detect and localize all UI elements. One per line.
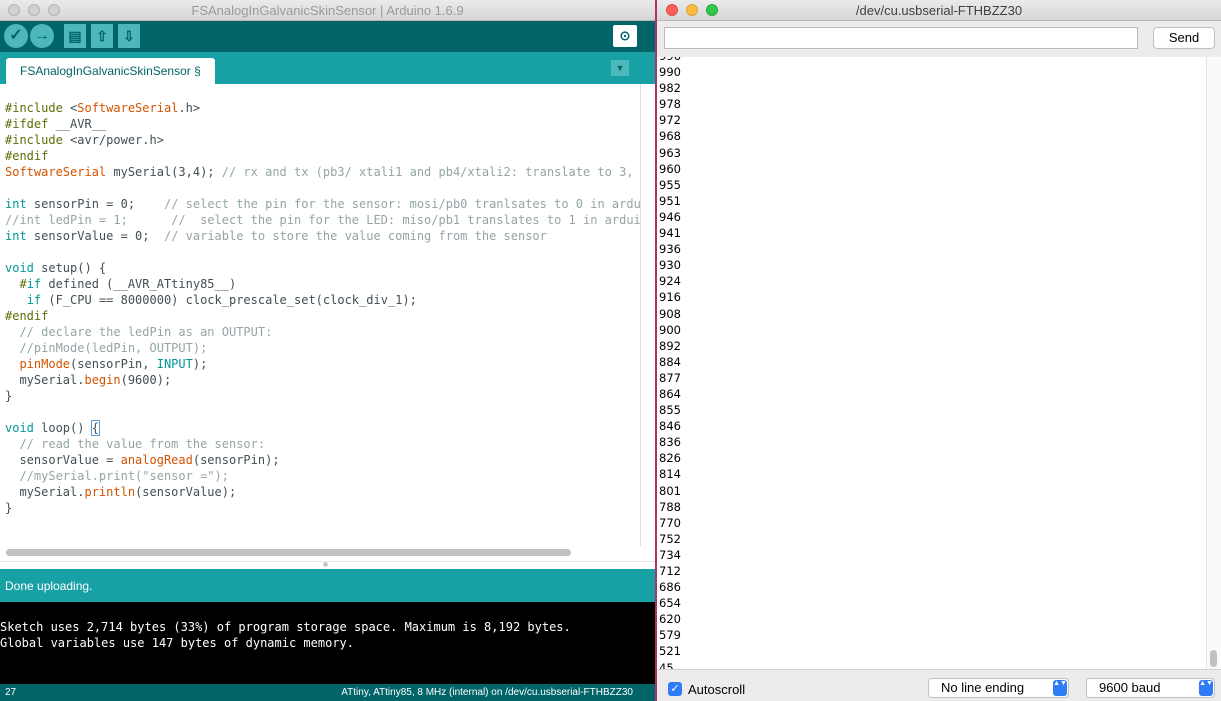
console-output: Sketch uses 2,714 bytes (33%) of program… [0,602,655,684]
autoscroll-label[interactable]: Autoscroll [688,682,745,697]
serial-monitor-window: /dev/cu.usbserial-FTHBZZ30 Send 996 990 … [657,0,1221,701]
ide-window-title: FSAnalogInGalvanicSkinSensor | Arduino 1… [191,3,464,18]
baud-rate-select[interactable]: 9600 baud ▲▼ [1086,678,1215,698]
arrow-down-icon: ⇩ [123,28,135,44]
serial-window-title: /dev/cu.usbserial-FTHBZZ30 [855,3,1023,18]
serial-vertical-scrollbar[interactable] [1206,57,1221,669]
verify-button[interactable]: ✓ [4,24,28,48]
autoscroll-checkbox[interactable]: ✓ [668,682,682,696]
code-text[interactable]: #include <SoftwareSerial.h> #ifdef __AVR… [5,100,640,516]
ide-toolbar: ✓ → ▤ ⇧ ⇩ ⊙ [0,21,655,52]
divider-handle-icon[interactable] [323,562,328,567]
checkmark-icon: ✓ [670,683,680,695]
ide-title-bar: FSAnalogInGalvanicSkinSensor | Arduino 1… [0,0,655,21]
serial-bottom-bar: ✓ Autoscroll No line ending ▲▼ 9600 baud… [657,669,1221,701]
new-sketch-button[interactable]: ▤ [64,24,86,48]
ide-tab-bar: FSAnalogInGalvanicSkinSensor § ▼ [0,52,655,84]
arduino-ide-window: FSAnalogInGalvanicSkinSensor | Arduino 1… [0,0,655,701]
serial-output-area[interactable]: 996 990 982 978 972 968 963 960 955 951 … [657,57,1206,669]
serial-title-bar: /dev/cu.usbserial-FTHBZZ30 [657,0,1221,21]
upload-button[interactable]: → [30,24,54,48]
chevron-down-icon: ▼ [615,63,625,73]
updown-chevron-icon: ▲▼ [1199,680,1213,696]
serial-scroll-thumb[interactable] [1210,650,1217,667]
editor-vertical-scrollbar[interactable] [640,84,655,546]
line-number-indicator: 27 [5,687,17,698]
updown-chevron-icon: ▲▼ [1053,680,1067,696]
baud-rate-value: 9600 baud [1099,680,1161,695]
magnifier-icon: ⊙ [619,28,631,43]
code-editor[interactable]: #include <SoftwareSerial.h> #ifdef __AVR… [0,84,640,546]
document-icon: ▤ [68,28,82,44]
editor-horizontal-scroll-thumb[interactable] [6,549,571,556]
serial-monitor-button[interactable]: ⊙ [613,25,637,47]
send-button[interactable]: Send [1153,27,1215,49]
arrow-right-icon: → [34,27,50,44]
tab-menu-button[interactable]: ▼ [611,60,629,76]
console-text: Sketch uses 2,714 bytes (33%) of program… [0,620,571,650]
save-sketch-button[interactable]: ⇩ [118,24,140,48]
line-ending-value: No line ending [941,680,1025,695]
tab-sketch[interactable]: FSAnalogInGalvanicSkinSensor § [6,58,215,84]
status-bar: Done uploading. [0,569,655,602]
checkmark-icon: ✓ [9,27,23,44]
serial-output-text: 996 990 982 978 972 968 963 960 955 951 … [659,57,681,669]
ide-footer: 27 ATtiny, ATtiny85, 8 MHz (internal) on… [0,684,655,701]
open-sketch-button[interactable]: ⇧ [91,24,113,48]
board-port-info: ATtiny, ATtiny85, 8 MHz (internal) on /d… [341,687,633,698]
line-ending-select[interactable]: No line ending ▲▼ [928,678,1069,698]
arrow-up-icon: ⇧ [96,28,108,44]
serial-send-input[interactable] [664,27,1138,49]
status-message: Done uploading. [5,579,93,593]
